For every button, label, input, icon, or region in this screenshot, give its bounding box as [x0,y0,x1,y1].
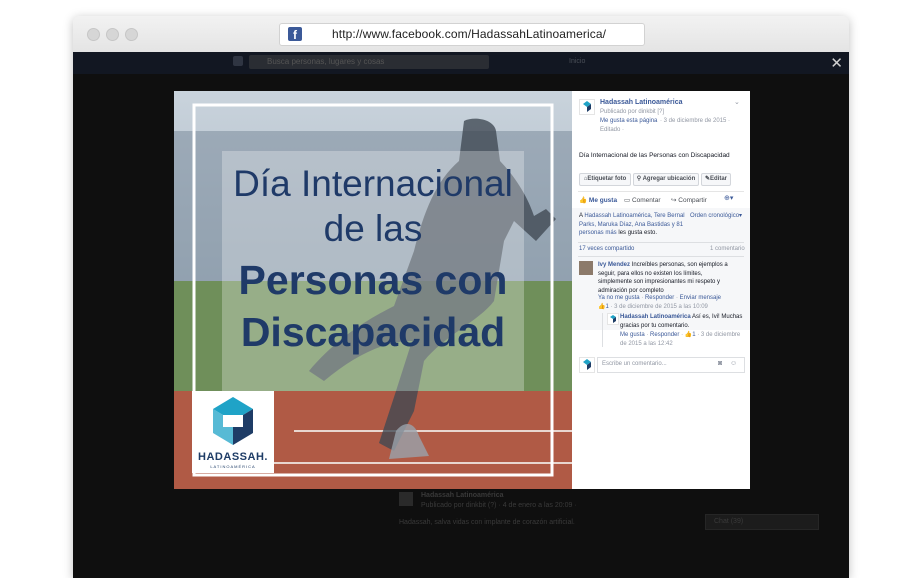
post-edited[interactable]: Editado · [600,127,624,133]
background-published: Publicado por dinkbit (?) · 4 de enero a… [421,502,577,509]
dropdown-caret-icon: ▾ [739,213,743,219]
hadassah-logo-subtitle: LATINOAMÉRICA [210,464,256,469]
comment-bubble-icon: ▭ [624,197,632,204]
commenter-avatar[interactable] [579,261,593,275]
composer-avatar [579,357,595,373]
photo-title-line2: de las [323,208,423,249]
reply-avatar[interactable] [607,313,619,325]
facebook-favicon-icon: f [288,27,302,42]
photo-title-line1: Día Internacional [233,163,513,204]
comment-author[interactable]: Ivy Mendez [598,262,630,268]
edit-button[interactable]: ✎Editar [701,173,731,186]
comment-input-placeholder: Escribe un comentario... [602,361,667,367]
divider [578,242,744,243]
reply-author[interactable]: Hadassah Latinoamérica [620,314,691,320]
post-side-panel: Hadassah Latinoamérica ⌄ Publicado por d… [572,91,750,489]
order-dropdown[interactable]: Orden cronológico▾ [690,212,742,219]
audience-selector-icon[interactable]: ⊕▾ [724,194,733,202]
facebook-search-input[interactable]: Busca personas, lugares y cosas [249,55,489,69]
add-location-label: Agregar ubicación [642,176,696,182]
comment-message-link[interactable]: Enviar mensaje [680,295,721,301]
comment-button[interactable]: ▭ Comentar [624,196,661,204]
hadassah-avatar-icon [583,359,591,370]
comment-likes-value: 1 [605,304,609,310]
comment-reply-link[interactable]: Responder [645,295,674,301]
comment-date[interactable]: · 3 de diciembre de 2015 a las 10:09 [611,304,708,310]
facebook-header: Busca personas, lugares y cosas Inicio [73,52,849,74]
reply-body: Hadassah Latinoamérica Así es, Ivi! Much… [620,313,744,330]
reply-reply-link[interactable]: Responder [650,332,679,338]
post-date[interactable]: · 3 de diciembre de 2015 · [660,118,730,124]
background-post-text: Hadassah, salva vidas con implante de co… [399,519,575,526]
photo-title-line3: Personas con [238,257,508,303]
photo-title-line4: Discapacidad [240,309,506,355]
home-link[interactable]: Inicio [569,58,585,65]
background-page-name: Hadassah Latinoamérica [421,492,504,499]
edit-label: Editar [710,176,728,182]
likers-prefix: A [579,213,583,219]
reply-like-link[interactable]: Me gusta [620,332,645,338]
tag-photo-label: Etiquetar foto [587,176,627,182]
close-lightbox-icon[interactable]: ✕ [830,54,843,72]
liked-page-link[interactable]: Me gusta esta página [600,118,657,124]
comments-count: 1 comentario [710,246,745,252]
reply-likes-value: 1 [692,332,696,338]
emoji-icon[interactable]: ☺ [730,360,737,367]
comment-body: Ivy Mendez Increíbles personas, son ejem… [598,261,738,295]
hadassah-avatar-icon [583,101,591,112]
comment-unlike-link[interactable]: Ya no me gusta [598,295,640,301]
post-text: Día Internacional de las Personas con Di… [579,152,730,159]
browser-window: f http://www.facebook.com/HadassahLatino… [73,16,849,578]
comment-input[interactable]: Escribe un comentario... ◙ ☺ [597,357,745,373]
post-published-by: Publicado por dinkbit [?] [600,109,665,115]
address-bar[interactable]: f http://www.facebook.com/HadassahLatino… [279,23,645,46]
reply-meta: Me gusta · Responder · 👍1 · 3 de diciemb… [620,332,741,347]
add-location-button[interactable]: ⚲ Agregar ubicación [633,173,699,186]
reply-thread-line [602,313,603,347]
like-label: Me gusta [588,197,618,204]
photo-lightbox: Día Internacional de las Personas con Di… [174,91,750,489]
divider [578,256,744,257]
facebook-logo-icon[interactable] [233,56,243,66]
order-label: Orden cronológico [690,213,740,219]
comment-actions: Ya no me gusta · Responder · Enviar mens… [598,295,721,301]
shares-count[interactable]: 17 veces compartido [579,246,634,252]
browser-titlebar: f http://www.facebook.com/HadassahLatino… [73,16,849,53]
zoom-window-button[interactable] [125,28,138,41]
post-options-chevron-icon[interactable]: ⌄ [734,98,740,106]
hadassah-avatar-icon [610,315,616,323]
comment-meta: 👍1 · 3 de diciembre de 2015 a las 10:09 [598,303,748,310]
reply-like-count[interactable]: 👍1 [685,332,696,338]
post-page-name[interactable]: Hadassah Latinoamérica [600,99,682,106]
hadassah-logo: HADASSAH. LATINOAMÉRICA [192,391,274,473]
likers-summary: A Hadassah Latinoamérica, Tere Bernal Pa… [579,212,685,238]
divider [578,191,744,192]
hadassah-mark-icon [213,397,253,445]
hadassah-logo-text: HADASSAH. [198,451,268,463]
tag-photo-button[interactable]: ⌂Etiquetar foto [579,173,631,186]
chat-bar[interactable]: Chat (39) [705,514,819,530]
minimize-window-button[interactable] [106,28,119,41]
like-button[interactable]: 👍 Me gusta [579,196,617,204]
share-button[interactable]: ↪ Compartir [671,196,707,204]
share-label: Compartir [678,197,707,204]
camera-icon[interactable]: ◙ [718,360,722,367]
address-url: http://www.facebook.com/HadassahLatinoam… [332,27,607,41]
comment-like-count[interactable]: 👍1 [598,304,609,310]
thumbs-up-icon: 👍 [579,197,589,204]
post-photo[interactable]: Día Internacional de las Personas con Di… [174,91,572,489]
likers-suffix: les gusta esto. [618,230,658,236]
page-avatar[interactable] [579,99,595,115]
close-window-button[interactable] [87,28,100,41]
page-viewport: Busca personas, lugares y cosas Inicio ✕… [73,52,849,578]
comment-label: Comentar [631,197,661,204]
chat-label: Chat (39) [714,518,744,525]
background-page-avatar [399,492,413,506]
